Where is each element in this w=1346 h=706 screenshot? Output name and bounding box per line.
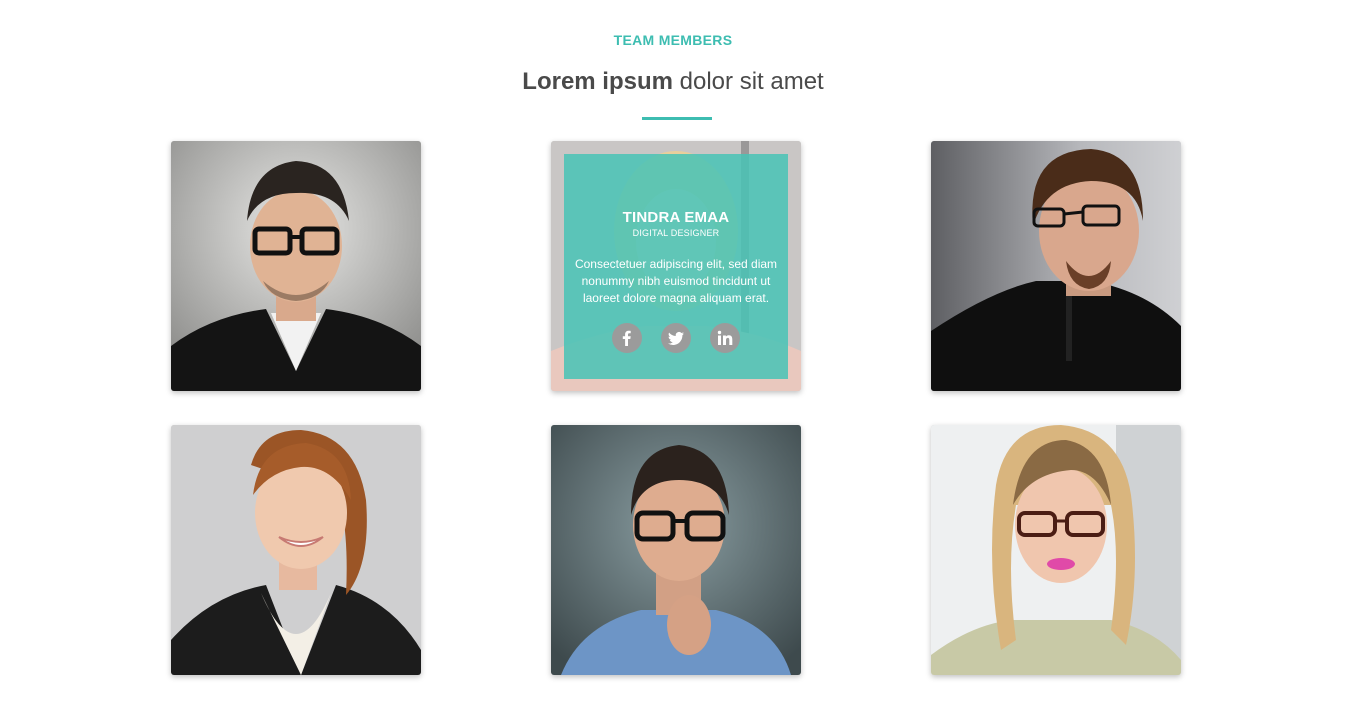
twitter-icon[interactable] <box>661 323 691 353</box>
team-member-name: TINDRA EMAA <box>622 209 730 226</box>
team-member-photo <box>171 141 421 391</box>
heading-bold: Lorem ipsum <box>522 68 673 95</box>
heading-rest: dolor sit amet <box>672 68 824 95</box>
team-member-card-6[interactable] <box>931 425 1181 675</box>
team-member-card-2[interactable]: TINDRA EMAA DIGITAL DESIGNER Consectetue… <box>551 141 801 391</box>
team-member-card-5[interactable] <box>551 425 801 675</box>
team-member-photo <box>551 425 801 675</box>
team-member-socials <box>564 323 788 353</box>
team-member-hover-overlay: TINDRA EMAA DIGITAL DESIGNER Consectetue… <box>564 154 788 379</box>
facebook-icon[interactable] <box>612 323 642 353</box>
heading-divider <box>642 117 712 120</box>
team-member-photo <box>931 425 1181 675</box>
team-member-role: DIGITAL DESIGNER <box>632 228 720 238</box>
team-member-card-1[interactable] <box>171 141 421 391</box>
team-member-photo <box>931 141 1181 391</box>
team-section-heading: Lorem ipsum dolor sit amet <box>0 68 1346 96</box>
team-member-card-4[interactable] <box>171 425 421 675</box>
linkedin-icon[interactable] <box>710 323 740 353</box>
team-member-bio: Consectetuer adipiscing elit, sed diam n… <box>574 257 778 305</box>
team-member-photo <box>171 425 421 675</box>
team-member-card-3[interactable] <box>931 141 1181 391</box>
team-section-eyebrow: TEAM MEMBERS <box>613 32 733 48</box>
